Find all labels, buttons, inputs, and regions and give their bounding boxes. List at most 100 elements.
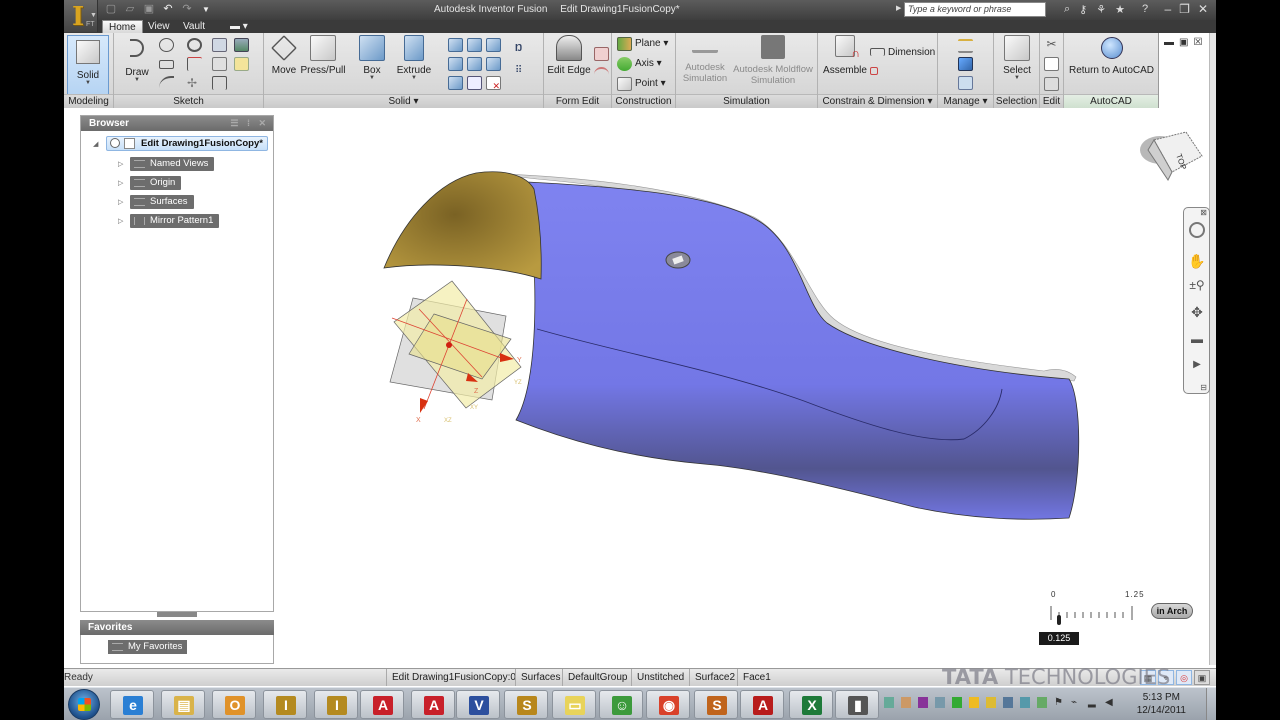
star-icon[interactable]: ★ xyxy=(1115,3,1125,16)
assemble-button[interactable]: ∩ Assemble xyxy=(821,35,869,76)
taskbar-app-vault[interactable]: V xyxy=(456,690,500,719)
fillet-icon[interactable] xyxy=(187,57,202,71)
chamfer-icon[interactable] xyxy=(448,57,463,71)
line-icon[interactable] xyxy=(159,76,174,90)
tab-home[interactable]: Home xyxy=(102,20,143,33)
viewcube-svg[interactable]: TOP xyxy=(1136,122,1208,186)
gold-end-face[interactable] xyxy=(383,171,542,280)
doc-restore-icon[interactable]: ▣ xyxy=(1179,37,1188,48)
hole-icon[interactable] xyxy=(467,57,482,71)
key-icon[interactable]: ⚷ xyxy=(1079,3,1087,16)
doc-close-icon[interactable]: ☒ xyxy=(1193,37,1202,48)
zoom-icon[interactable]: ±⚲ xyxy=(1188,276,1206,294)
pattern-icon[interactable]: ⠿ xyxy=(515,65,530,79)
system-clock[interactable]: 5:13 PM 12/14/2011 xyxy=(1137,691,1186,717)
panel-label-manage[interactable]: Manage ▾ xyxy=(938,94,993,108)
application-menu-button[interactable]: I ▼ FT xyxy=(64,0,98,32)
browser-header-icons[interactable]: ☰ ⁞ ✕ xyxy=(230,116,269,131)
taskbar-app-adobe-reader[interactable]: A xyxy=(740,690,784,719)
new-icon[interactable]: ▢ xyxy=(104,3,118,16)
tray-signal-icon[interactable]: ▂ xyxy=(1088,697,1098,708)
mirror-icon[interactable]: Ŋ xyxy=(515,43,530,57)
revolve-icon[interactable] xyxy=(448,76,463,90)
tray-green-icon[interactable] xyxy=(952,697,962,708)
viewcube[interactable]: TOP xyxy=(1136,122,1208,186)
steering-wheel-icon[interactable] xyxy=(1189,222,1205,238)
tray-onenote-icon[interactable] xyxy=(918,697,928,708)
tab-view[interactable]: View xyxy=(142,20,176,33)
taskbar-app-chrome[interactable]: ◉ xyxy=(646,690,690,719)
undo-icon[interactable]: ↶ xyxy=(161,3,175,16)
extrude-button[interactable]: Extrude ▼ xyxy=(396,35,432,81)
measure-icon[interactable] xyxy=(958,39,973,53)
edit-edge-button[interactable]: Edit Edge xyxy=(546,35,592,76)
tray-power-icon[interactable]: ⌁ xyxy=(1071,697,1081,708)
arc-icon[interactable] xyxy=(187,38,202,52)
origin-point[interactable] xyxy=(446,342,452,348)
expand-icon[interactable]: ▷ xyxy=(118,179,123,187)
x-arrow-icon[interactable] xyxy=(420,398,428,413)
lightbulb-icon[interactable] xyxy=(110,138,120,148)
blue-loft-surface[interactable] xyxy=(515,181,1080,520)
draw-button[interactable]: Draw ▼ xyxy=(120,35,154,83)
edit-glyph[interactable] xyxy=(665,251,691,269)
browser-node-surfaces[interactable]: Surfaces xyxy=(130,195,194,209)
origin-triad[interactable]: Y Z X XY YZ XZ xyxy=(389,280,522,424)
axis-button[interactable]: Axis ▾ xyxy=(635,58,662,69)
pan-hand-icon[interactable]: ✋ xyxy=(1188,252,1206,270)
close-button[interactable]: ✕ xyxy=(1198,2,1208,16)
project-icon[interactable] xyxy=(212,38,227,52)
box-button[interactable]: Box ▼ xyxy=(357,35,387,81)
copy-icon[interactable] xyxy=(1044,57,1059,71)
scale-slider-handle[interactable] xyxy=(1057,615,1061,625)
autodesk-simulation-button[interactable]: Autodesk Simulation xyxy=(680,35,730,84)
tray-volume-icon[interactable]: ◀ xyxy=(1105,697,1115,708)
edit-sketch-icon[interactable] xyxy=(234,57,249,71)
moldflow-simulation-button[interactable]: Autodesk Moldflow Simulation xyxy=(730,35,816,86)
tray-sync-icon[interactable] xyxy=(1020,697,1030,708)
collapse-icon[interactable]: ◢ xyxy=(93,140,98,148)
tray-app-icon[interactable] xyxy=(901,697,911,708)
rectangle-icon[interactable] xyxy=(159,60,174,69)
plane-button[interactable]: Plane ▾ xyxy=(635,38,668,49)
show-motion-icon[interactable]: ▶ xyxy=(1188,356,1206,374)
properties-icon[interactable] xyxy=(958,57,973,71)
tab-extra[interactable]: ▬ ▾ xyxy=(224,20,254,33)
browser-node-origin[interactable]: Origin xyxy=(130,176,182,190)
scale-ticks[interactable] xyxy=(1049,604,1141,628)
customize-dropdown-icon[interactable]: ▼ xyxy=(199,3,213,16)
split-icon[interactable] xyxy=(486,57,501,71)
paste-icon[interactable] xyxy=(1044,77,1059,91)
binoculars-icon[interactable]: ⌕ xyxy=(1064,3,1070,16)
expand-icon[interactable]: ▷ xyxy=(118,198,123,206)
tweak-icon[interactable] xyxy=(594,67,609,81)
expand-icon[interactable]: ▷ xyxy=(118,160,123,168)
taskbar-app-outlook[interactable]: O xyxy=(212,690,256,719)
unit-button[interactable]: in Arch xyxy=(1151,603,1193,619)
stamp-icon[interactable] xyxy=(212,57,227,71)
open-icon[interactable]: ▱ xyxy=(123,3,137,16)
minimize-button[interactable]: – xyxy=(1164,2,1171,16)
restore-button[interactable]: ❐ xyxy=(1179,2,1190,16)
expand-icon[interactable]: ▷ xyxy=(118,217,123,225)
plane-cut-icon[interactable] xyxy=(467,76,482,90)
taskbar-app-excel[interactable]: X xyxy=(789,690,833,719)
dimension-button[interactable]: Dimension xyxy=(888,47,935,58)
fillet-solid-icon[interactable] xyxy=(448,38,463,52)
press-pull-button[interactable]: Press/Pull xyxy=(300,35,346,76)
save-icon[interactable]: ▣ xyxy=(142,3,156,16)
tray-shield-icon[interactable] xyxy=(986,697,996,708)
orbit-icon[interactable]: ✥ xyxy=(1188,303,1206,321)
taskbar-app-autocad-1[interactable]: A xyxy=(360,690,404,719)
favorites-node-my-favorites[interactable]: My Favorites xyxy=(108,640,188,654)
tray-security-icon[interactable] xyxy=(1037,697,1047,708)
search-input[interactable]: Type a keyword or phrase xyxy=(904,2,1046,17)
edit-form-icon[interactable] xyxy=(594,47,609,61)
tray-network-icon[interactable] xyxy=(884,697,894,708)
cut-icon[interactable]: ✂ xyxy=(1044,37,1059,51)
layout-icon[interactable]: ▣ xyxy=(1194,670,1210,685)
panel-label-solid[interactable]: Solid ▾ xyxy=(264,94,543,108)
combine-icon[interactable] xyxy=(486,38,501,52)
taskbar-app-inventor-pro-2[interactable]: I xyxy=(314,690,358,719)
move-button[interactable]: Move xyxy=(270,35,298,76)
